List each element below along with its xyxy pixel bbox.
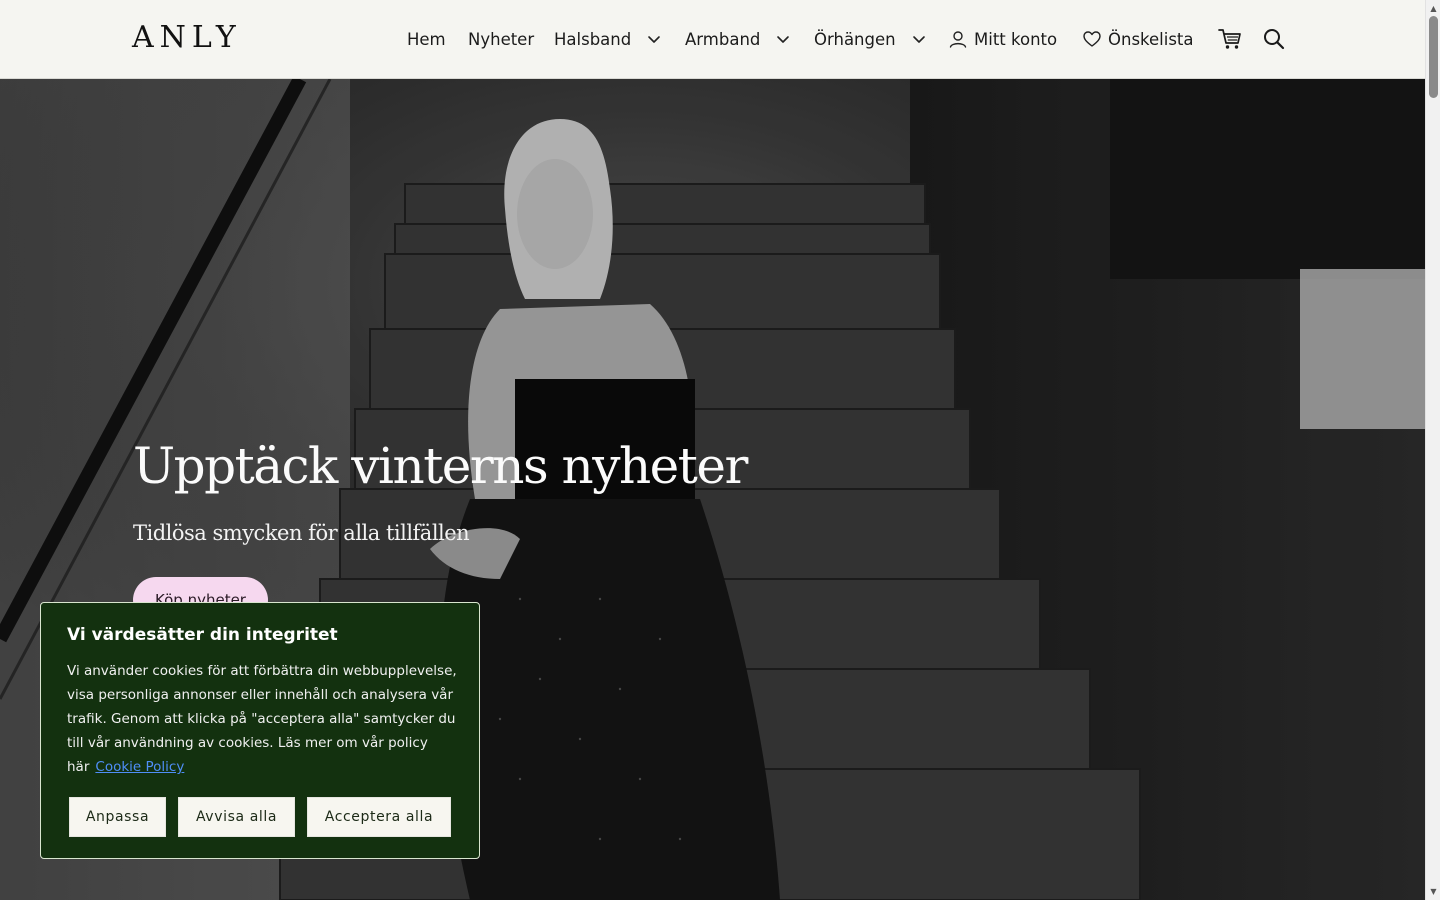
cart-icon[interactable] <box>1217 26 1243 52</box>
chevron-down-icon <box>912 36 925 43</box>
customize-button[interactable]: Anpassa <box>69 797 166 837</box>
nav-item-nyheter[interactable]: Nyheter <box>468 28 534 50</box>
cookie-policy-link[interactable]: Cookie Policy <box>95 759 184 775</box>
reject-all-button[interactable]: Avvisa alla <box>178 797 295 837</box>
site-header: ANLY Hem Nyheter Halsband Armband Örhäng… <box>0 0 1425 79</box>
cookie-consent-panel: Vi värdesätter din integritet Vi använde… <box>40 602 480 859</box>
accept-all-button[interactable]: Acceptera alla <box>307 797 451 837</box>
nav-label: Mitt konto <box>974 29 1058 49</box>
brand-logo[interactable]: ANLY <box>132 20 242 55</box>
search-icon[interactable] <box>1261 26 1287 52</box>
hero-subtitle: Tidlösa smycken för alla tillfällen <box>133 521 470 545</box>
nav-label: Armband <box>685 29 761 49</box>
nav-item-mitt-konto[interactable]: Mitt konto <box>948 28 1057 50</box>
nav-item-onskelista[interactable]: Önskelista <box>1082 28 1194 50</box>
nav-item-orhangen[interactable]: Örhängen <box>814 28 930 50</box>
nav-label: Hem <box>407 29 446 49</box>
chevron-down-icon <box>648 36 661 43</box>
scroll-thumb[interactable] <box>1429 16 1438 98</box>
nav-item-halsband[interactable]: Halsband <box>554 28 665 50</box>
heart-icon <box>1083 31 1101 47</box>
nav-item-hem[interactable]: Hem <box>407 28 446 50</box>
cookie-text: Vi använder cookies för att förbättra di… <box>67 659 459 779</box>
page-scrollbar[interactable]: ▲ ▼ <box>1425 0 1440 900</box>
chevron-down-icon <box>777 36 790 43</box>
hero-title: Upptäck vinterns nyheter <box>133 437 748 495</box>
nav-label: Örhängen <box>814 29 896 49</box>
nav-label: Nyheter <box>468 29 535 49</box>
scroll-up-icon[interactable]: ▲ <box>1429 4 1438 13</box>
cookie-title: Vi värdesätter din integritet <box>67 625 338 645</box>
nav-item-armband[interactable]: Armband <box>685 28 794 50</box>
nav-label: Önskelista <box>1108 29 1194 49</box>
user-icon <box>949 31 967 48</box>
nav-label: Halsband <box>554 29 632 49</box>
scroll-down-icon[interactable]: ▼ <box>1429 887 1438 896</box>
